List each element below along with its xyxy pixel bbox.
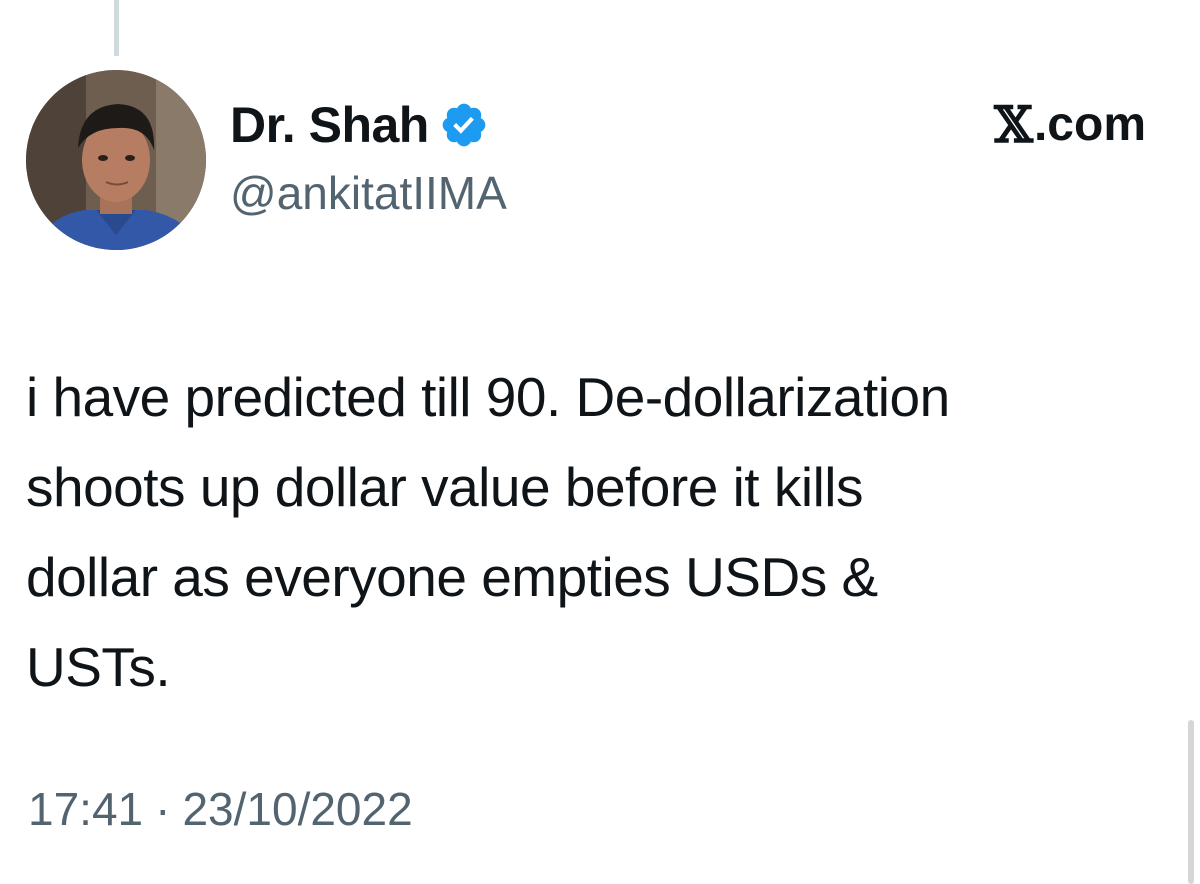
tweet-date: 23/10/2022 [182, 783, 413, 835]
verified-badge-icon [439, 100, 489, 150]
author-handle[interactable]: @ankitatIIMA [230, 170, 507, 216]
author-display-name[interactable]: Dr. Shah [230, 100, 429, 150]
tweet-timestamp[interactable]: 17:41 · 23/10/2022 [28, 786, 413, 832]
tweet-text-line: i have predicted till 90. De-dollarizati… [26, 366, 950, 428]
thread-connector-line [114, 0, 119, 56]
scrollbar[interactable] [1188, 720, 1194, 884]
tweet-text-line: shoots up dollar value before it kills [26, 456, 864, 518]
tweet-body: i have predicted till 90. De-dollarizati… [26, 352, 1166, 712]
tweet-time: 17:41 [28, 783, 144, 835]
tweet-text-line: USTs. [26, 636, 171, 698]
brand-suffix: .com [1033, 98, 1146, 151]
x-logo-icon: 𝕏 [994, 95, 1033, 154]
timestamp-separator: · [155, 783, 171, 835]
x-brand-watermark: 𝕏 .com [994, 100, 1146, 150]
tweet-text-line: dollar as everyone empties USDs & [26, 546, 878, 608]
avatar[interactable] [26, 70, 206, 250]
author-name-row: Dr. Shah [230, 92, 489, 158]
profile-photo-icon [26, 70, 206, 250]
